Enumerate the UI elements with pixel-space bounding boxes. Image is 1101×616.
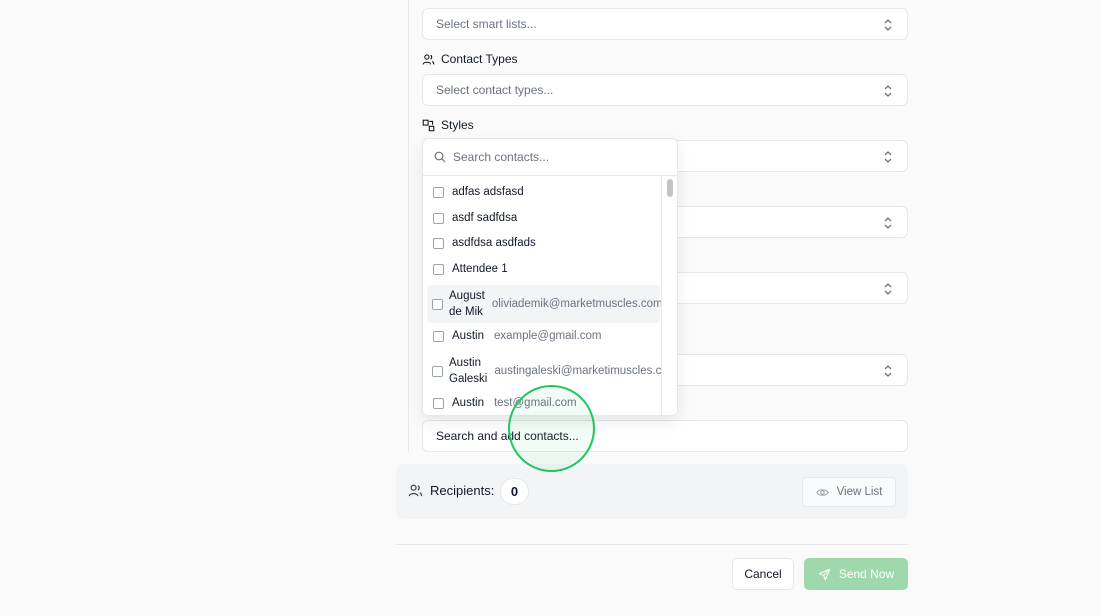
checkbox[interactable] <box>433 263 444 275</box>
chevron-updown-icon <box>884 365 892 377</box>
contact-name: Attendee 1 <box>452 263 508 275</box>
cancel-button[interactable]: Cancel <box>732 558 794 590</box>
checkbox[interactable] <box>432 298 443 310</box>
add-contacts-text: Search and add contacts... <box>436 429 579 443</box>
chevron-updown-icon <box>884 217 892 229</box>
send-now-label: Send Now <box>838 567 895 581</box>
checkbox[interactable] <box>433 237 444 249</box>
checkbox[interactable] <box>433 397 444 409</box>
contact-types-placeholder: Select contact types... <box>436 83 554 97</box>
recipients-count-badge: 0 <box>500 478 529 505</box>
contact-types-label: Contact Types <box>422 50 518 68</box>
list-item[interactable]: asdfdsa asdfads <box>427 235 660 251</box>
contact-name: adfas adsfasd <box>452 186 524 198</box>
users-icon <box>408 484 423 497</box>
eye-icon <box>815 488 829 496</box>
contact-search-dropdown: Search contacts... adfas adsfasd asdf sa… <box>422 138 678 416</box>
styles-icon <box>422 119 435 131</box>
contact-name: asdfdsa asdfads <box>452 237 536 249</box>
view-list-button[interactable]: View List <box>802 477 896 507</box>
recipients-card: Recipients: 0 View List <box>396 464 908 519</box>
contact-email: example@gmail.com <box>493 330 602 342</box>
contact-name: Austin Galeski <box>449 357 488 385</box>
add-contacts-input[interactable]: Search and add contacts... <box>422 420 908 452</box>
scrollbar-thumb[interactable] <box>667 179 673 197</box>
chevron-updown-icon <box>884 151 892 163</box>
smart-lists-placeholder: Select smart lists... <box>436 17 537 31</box>
contact-email: oliviademik@marketmuscles.com <box>491 298 663 310</box>
list-item[interactable]: Austin Galeski austingaleski@marketimusc… <box>427 353 663 389</box>
contact-email: test@gmail.com <box>493 397 577 409</box>
contact-search-input[interactable]: Search contacts... <box>453 150 549 164</box>
chevron-updown-icon <box>884 283 892 295</box>
contact-search-bar[interactable]: Search contacts... <box>423 139 677 176</box>
contact-types-label-text: Contact Types <box>441 52 518 66</box>
chevron-updown-icon <box>884 85 892 97</box>
search-icon <box>434 151 446 163</box>
styles-label-text: Styles <box>441 118 474 132</box>
list-item[interactable]: Austin example@gmail.com <box>427 328 660 344</box>
list-item[interactable]: adfas adsfasd <box>427 184 660 200</box>
scrollbar[interactable] <box>661 176 677 415</box>
smart-lists-select[interactable]: Select smart lists... <box>422 8 908 40</box>
recipients-label: Recipients: <box>408 483 494 498</box>
section-divider <box>408 0 409 452</box>
list-item[interactable]: Attendee 1 <box>427 261 660 277</box>
footer-divider <box>396 544 908 545</box>
checkbox[interactable] <box>433 330 444 342</box>
styles-label: Styles <box>422 116 474 134</box>
view-list-label: View List <box>836 486 883 498</box>
send-icon <box>818 568 831 580</box>
recipients-label-text: Recipients: <box>430 483 495 498</box>
contact-name: August de Mik <box>449 290 485 318</box>
checkbox[interactable] <box>433 212 444 224</box>
list-item[interactable]: asdf sadfdsa <box>427 210 660 226</box>
checkbox[interactable] <box>433 186 444 198</box>
contact-name: Austin <box>452 330 484 342</box>
checkbox[interactable] <box>432 365 443 377</box>
contact-name: Austin <box>452 397 484 409</box>
contact-name: asdf sadfdsa <box>452 212 518 224</box>
users-icon <box>422 53 435 65</box>
list-item[interactable]: Austin test@gmail.com <box>427 395 660 411</box>
contact-types-select[interactable]: Select contact types... <box>422 74 908 106</box>
send-now-button[interactable]: Send Now <box>804 558 908 590</box>
list-item[interactable]: August de Mik oliviademik@marketmuscles.… <box>427 285 663 323</box>
contact-list: adfas adsfasd asdf sadfdsa asdfdsa asdfa… <box>423 176 663 415</box>
chevron-updown-icon <box>884 19 892 31</box>
contact-email: austingaleski@marketimuscles.com <box>494 365 663 377</box>
